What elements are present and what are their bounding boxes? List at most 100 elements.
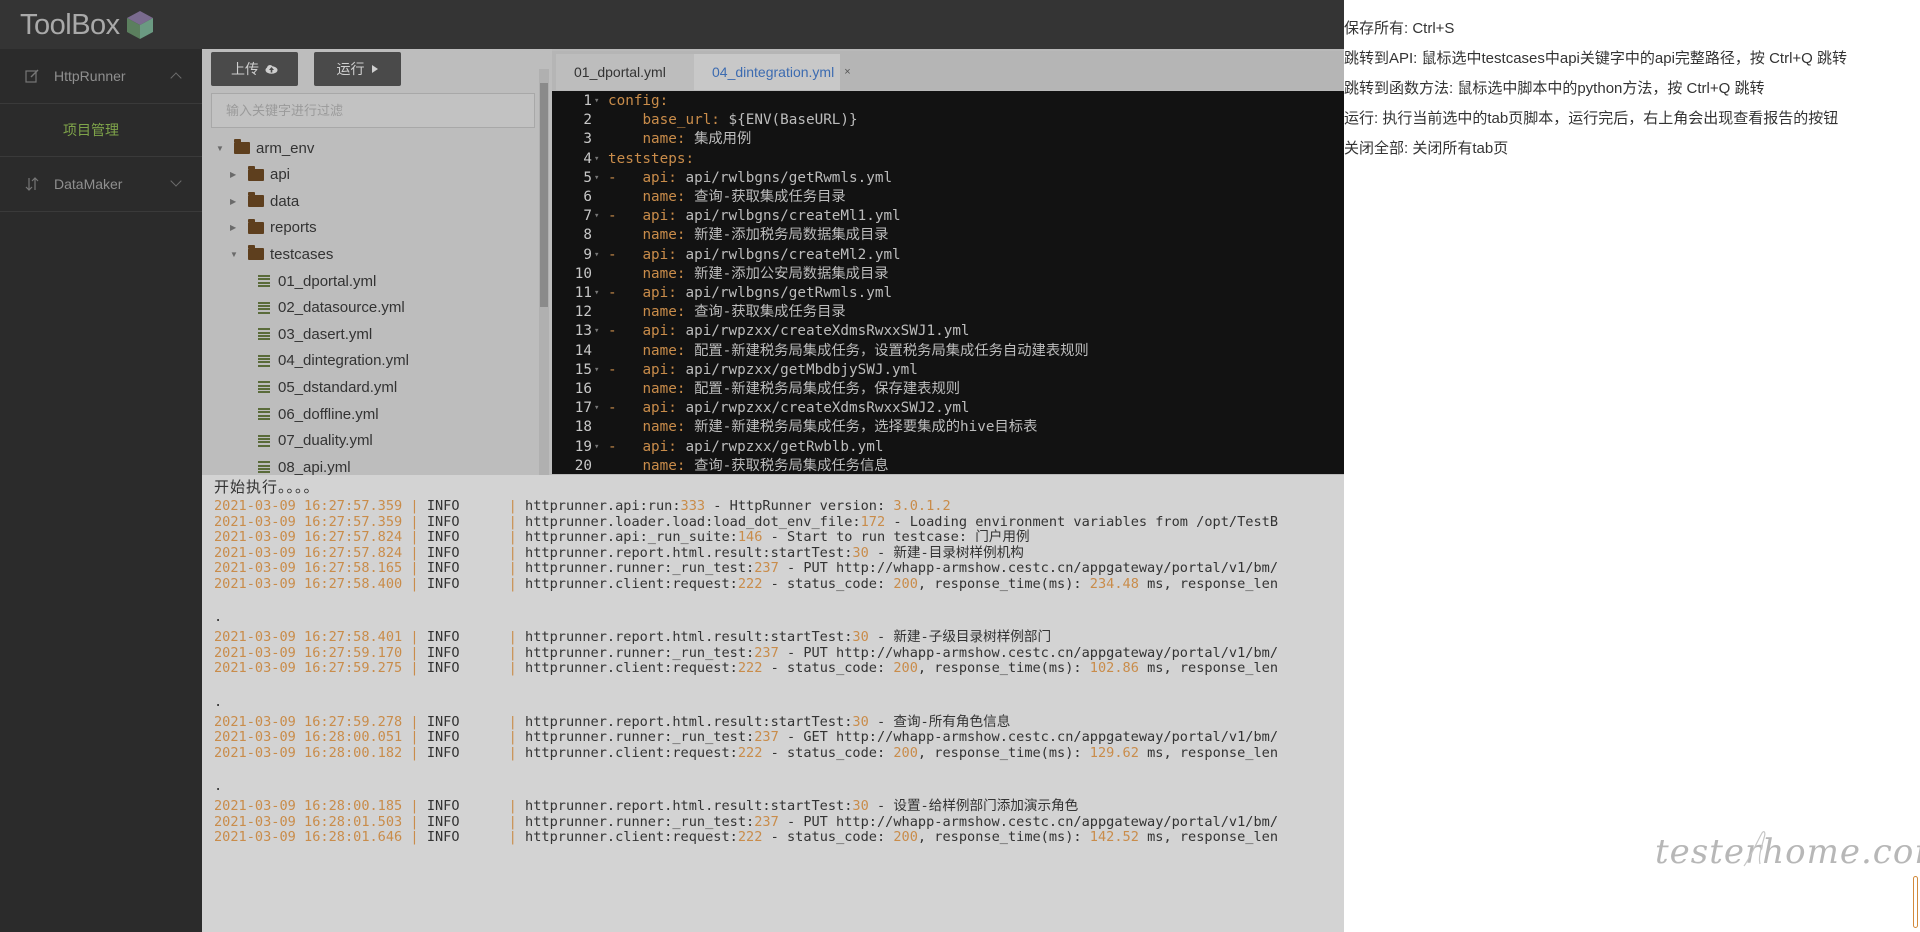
tab-label: 01_dportal.yml [574, 64, 666, 80]
log-number: 200 [893, 575, 918, 592]
code-key: api: [642, 323, 677, 340]
tree-file[interactable]: 03_dasert.yml [258, 321, 372, 347]
line-number: 17 [574, 400, 592, 417]
fold-toggle-icon[interactable]: ▾ [594, 150, 604, 169]
log-message-tail: , response_time(ms): [917, 744, 1090, 761]
tree-file[interactable]: 05_dstandard.yml [258, 374, 397, 400]
caret-down-icon[interactable]: ▼ [230, 250, 240, 259]
tree-node-label: 07_duality.yml [278, 432, 373, 450]
caret-right-icon[interactable]: ▶ [230, 197, 240, 206]
tree-file[interactable]: 04_dintegration.yml [258, 348, 409, 374]
log-line-number: 222 [737, 660, 763, 676]
code-line: 6 name: 查询-获取集成任务目录 [552, 188, 1344, 207]
sidebar-item-httprunner[interactable]: HttpRunner [0, 49, 202, 104]
fold-toggle-icon[interactable]: ▾ [594, 284, 604, 303]
file-icon [258, 301, 270, 315]
log-line: 2021-03-09 16:27:59.275 | INFO | httprun… [214, 660, 1279, 676]
code-text: - api: api/rwlbgns/createMl1.yml [608, 207, 901, 226]
tree-folder[interactable]: ▼ testcases [230, 241, 333, 267]
code-key: name: [642, 457, 686, 474]
fold-toggle-icon[interactable]: ▾ [594, 207, 604, 226]
close-icon[interactable]: × [844, 66, 850, 78]
help-line: 运行: 执行当前选中的tab页脚本，运行完后，右上角会出现查看报告的按钮 [1344, 110, 1839, 127]
toolbox-app: ToolBox HttpRunner 项目管理 DataMaker 上传 运行 … [0, 0, 1344, 932]
scrollbar-thumb[interactable] [540, 83, 548, 307]
file-icon [258, 354, 270, 368]
code-line: 14 name: 配置-新建税务局集成任务，设置税务局集成任务自动建表规则 [552, 342, 1344, 361]
tab-01-dportal[interactable]: 01_dportal.yml [556, 54, 694, 90]
log-timestamp: 2021-03-09 16:28:00.182 [214, 744, 403, 761]
code-text: name: 新建-添加公安局数据集成目录 [608, 265, 888, 284]
log-number: 200 [893, 829, 918, 845]
log-number: 234.48 [1089, 575, 1139, 592]
code-editor[interactable]: 1 ▾ config: 2 base_url: ${ENV(BaseURL)} 3 na… [552, 91, 1344, 474]
upload-button[interactable]: 上传 [211, 52, 298, 86]
line-number: 1 [583, 93, 592, 109]
folder-icon [234, 139, 250, 154]
code-text: name: 配置-新建税务局集成任务，设置税务局集成任务自动建表规则 [608, 342, 1088, 361]
log-message: - status_code: [762, 744, 894, 761]
line-number: 9 [583, 246, 592, 263]
tab-04-dintegration[interactable]: 04_dintegration.yml × [694, 54, 851, 90]
tree-folder[interactable]: ▶ data [230, 188, 299, 214]
caret-right-icon[interactable]: ▶ [230, 223, 240, 232]
tree-node-label: 01_dportal.yml [278, 272, 377, 290]
code-key: api: [642, 361, 677, 378]
tree-folder[interactable]: ▶ api [230, 162, 290, 188]
code-indent: - [608, 208, 643, 225]
fold-toggle-icon[interactable]: ▾ [594, 246, 604, 265]
sidebar-item-datamaker[interactable]: DataMaker [0, 157, 202, 212]
code-text: - api: api/rwpzxx/createXdmsRwxxSWJ1.yml [608, 322, 970, 341]
folder-icon [248, 245, 264, 261]
tree-file[interactable]: 06_doffline.yml [258, 401, 379, 427]
code-indent: - [608, 323, 643, 340]
code-text: name: 查询-获取税务局集成任务信息 [608, 457, 888, 474]
sidebar: HttpRunner 项目管理 DataMaker [0, 49, 202, 932]
sidebar-subitem-project-management[interactable]: 项目管理 [0, 104, 202, 157]
code-value: api/rwlbgns/getRwmls.yml [676, 169, 893, 186]
code-key: name: [642, 227, 686, 244]
code-indent: - [608, 361, 643, 378]
tree-folder[interactable]: ▼ arm_env [216, 135, 314, 161]
tree-file[interactable]: 02_datasource.yml [258, 295, 405, 321]
fold-toggle-icon[interactable]: ▾ [594, 92, 604, 111]
fold-toggle-icon[interactable]: ▾ [594, 438, 604, 457]
sort-icon [24, 176, 40, 192]
code-key: api: [642, 400, 677, 417]
code-value: api/rwlbgns/createMl1.yml [676, 208, 901, 225]
tree-node-label: 03_dasert.yml [278, 325, 373, 343]
code-text: name: 查询-获取集成任务目录 [608, 188, 845, 207]
fold-toggle-icon[interactable]: ▾ [594, 361, 604, 380]
tree-file[interactable]: 01_dportal.yml [258, 268, 376, 294]
code-value: api/rwlbgns/createMl2.yml [676, 246, 901, 263]
tree-folder[interactable]: ▶ reports [230, 215, 317, 241]
log-level: INFO [426, 575, 460, 592]
sidebar-subitem-label: 项目管理 [63, 122, 119, 138]
code-key: api: [642, 438, 677, 455]
file-tree-scrollbar[interactable] [539, 69, 549, 477]
log-line-number: 222 [737, 575, 763, 592]
code-key: name: [642, 381, 686, 397]
line-number: 7 [583, 208, 592, 225]
fold-toggle-icon[interactable]: ▾ [594, 399, 604, 418]
help-line: 保存所有: Ctrl+S [1344, 20, 1455, 37]
caret-down-icon[interactable]: ▼ [216, 144, 226, 153]
filter-input[interactable]: 输入关键字进行过滤 [211, 93, 535, 128]
fold-toggle-icon[interactable]: ▾ [594, 169, 604, 188]
chevron-up-icon [170, 72, 182, 84]
edit-icon [24, 68, 40, 84]
tree-file[interactable]: 07_duality.yml [258, 428, 373, 454]
line-number: 14 [574, 342, 592, 359]
chevron-down-icon [170, 175, 182, 187]
file-panel: 上传 运行 输入关键字进行过滤 ▼ arm_env ▶ api ▶ data ▶ report… [202, 49, 552, 477]
fold-toggle-icon[interactable]: ▾ [594, 322, 604, 341]
code-text: name: 新建-添加税务局数据集成目录 [608, 226, 888, 245]
file-icon [258, 407, 270, 421]
upload-button-label: 上传 [231, 61, 259, 77]
run-button[interactable]: 运行 [314, 52, 401, 86]
caret-right-icon[interactable]: ▶ [230, 170, 240, 179]
log-number: 142.52 [1089, 829, 1139, 845]
